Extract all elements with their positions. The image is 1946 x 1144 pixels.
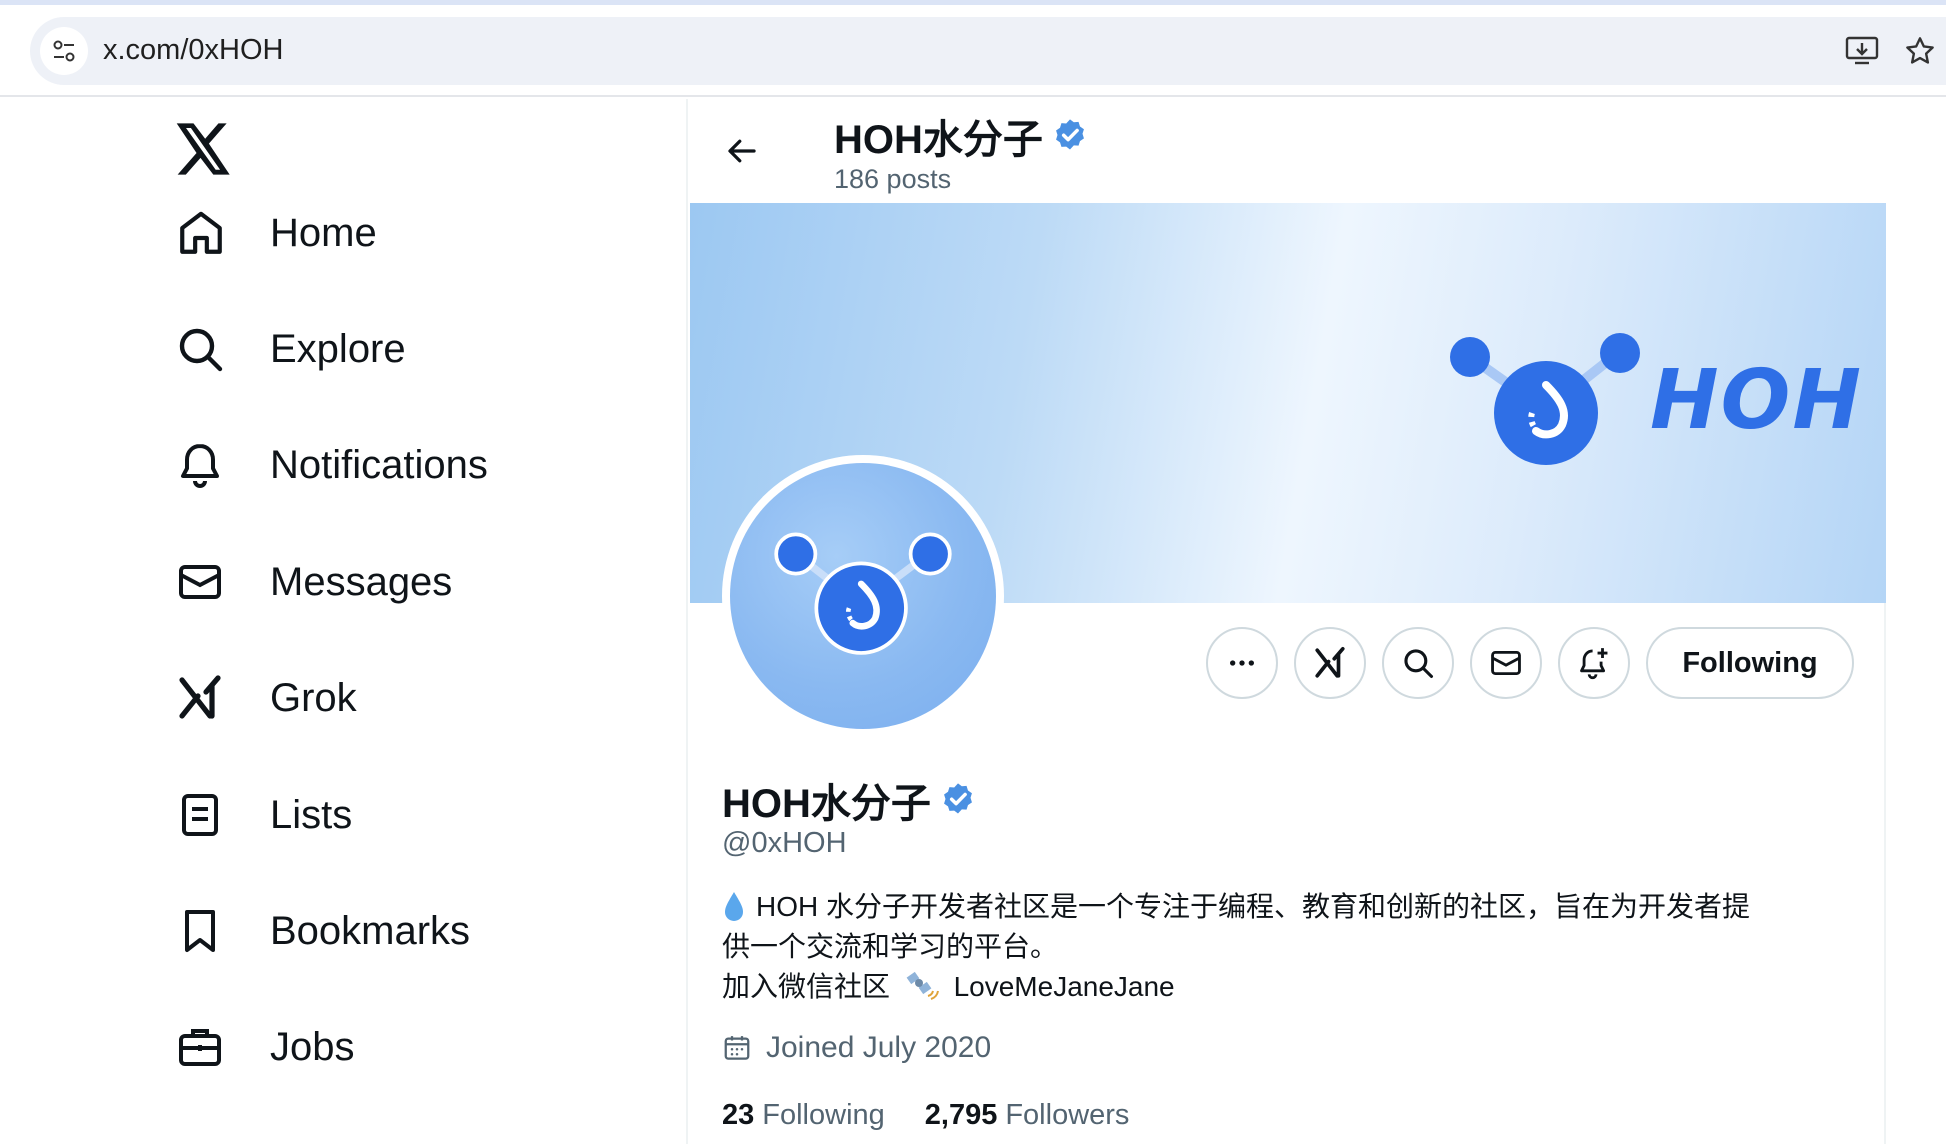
- sidebar: Home Explore Notifications Messages Grok…: [0, 99, 688, 1144]
- bio-text: LoveMeJaneJane: [953, 971, 1175, 1002]
- avatar[interactable]: [722, 455, 1004, 737]
- followers-link[interactable]: 2,795 Followers: [925, 1099, 1130, 1132]
- following-link[interactable]: 23 Following: [722, 1099, 885, 1132]
- search-profile-button[interactable]: [1382, 627, 1454, 699]
- following-button[interactable]: Following: [1646, 627, 1854, 699]
- list-icon: [176, 787, 232, 843]
- followers-count: 2,795: [924, 1099, 998, 1131]
- home-icon: [176, 205, 232, 261]
- profile-display-name: HOH水分子: [722, 782, 931, 826]
- joined-date: Joined July 2020: [722, 1031, 991, 1065]
- satellite-icon: [906, 971, 939, 1000]
- post-count: 186 posts: [834, 164, 952, 194]
- sidebar-item-messages[interactable]: Messages: [176, 542, 452, 622]
- sidebar-item-lists[interactable]: Lists: [176, 775, 352, 855]
- sidebar-item-label: Lists: [270, 792, 353, 837]
- following-count: 23: [722, 1099, 755, 1131]
- sidebar-item-notifications[interactable]: Notifications: [176, 425, 488, 505]
- mail-icon: [176, 554, 232, 610]
- sidebar-item-explore[interactable]: Explore: [176, 309, 406, 389]
- sidebar-item-label: Jobs: [270, 1024, 355, 1069]
- address-bar[interactable]: x.com/0xHOH: [30, 17, 1946, 85]
- bio-line: HOH 水分子开发者社区是一个专注于编程、教育和创新的社区，旨在为开发者提: [722, 887, 1852, 927]
- sidebar-item-label: Grok: [270, 675, 357, 720]
- search-icon: [1404, 649, 1434, 679]
- browser-toolbar: x.com/0xHOH: [0, 5, 1946, 97]
- profile-handle: @0xHOH: [722, 827, 847, 859]
- sidebar-item-home[interactable]: Home: [176, 193, 377, 273]
- sidebar-item-label: Notifications: [270, 442, 488, 487]
- url-text[interactable]: x.com/0xHOH: [103, 34, 283, 67]
- bell-plus-icon: [1580, 648, 1608, 680]
- site-settings-icon[interactable]: [40, 27, 88, 75]
- bookmark-star-icon[interactable]: [1900, 31, 1940, 71]
- bell-icon: [176, 437, 232, 493]
- following-label: Following: [762, 1099, 885, 1131]
- sidebar-item-label: Explore: [270, 326, 406, 371]
- followers-label: Followers: [1005, 1099, 1130, 1131]
- sidebar-item-bookmarks[interactable]: Bookmarks: [176, 891, 470, 971]
- search-icon: [176, 321, 232, 377]
- calendar-icon: [724, 1036, 750, 1060]
- profile-name-row: HOH水分子: [722, 771, 977, 829]
- profile-header-bar: HOH水分子 186 posts: [690, 99, 1886, 203]
- bio-line: 供一个交流和学习的平台。: [722, 931, 1059, 962]
- header-title: HOH水分子: [834, 107, 1089, 165]
- notify-button[interactable]: [1558, 627, 1630, 699]
- profile-column: HOH水分子 186 posts HOH Following HOH水分子 @0…: [690, 99, 1886, 1144]
- message-button[interactable]: [1470, 627, 1542, 699]
- bookmark-icon: [176, 903, 232, 959]
- avatar-image: [730, 463, 996, 729]
- bio-text: HOH 水分子开发者社区是一个专注于编程、教育和创新的社区，旨在为开发者提: [756, 891, 1751, 922]
- install-app-icon[interactable]: [1842, 31, 1882, 71]
- more-dots-icon: [1230, 660, 1254, 666]
- x-logo-icon[interactable]: [176, 123, 236, 183]
- verified-badge-icon[interactable]: [939, 781, 977, 819]
- profile-bio: HOH 水分子开发者社区是一个专注于编程、教育和创新的社区，旨在为开发者提 供一…: [722, 887, 1852, 1007]
- grok-icon: [1315, 646, 1345, 678]
- sidebar-item-label: Messages: [270, 559, 453, 604]
- joined-text: Joined July 2020: [766, 1031, 992, 1064]
- water-drop-icon: [725, 892, 743, 921]
- bio-line: 加入微信社区 LoveMeJaneJane: [722, 967, 1852, 1007]
- mail-icon: [1491, 650, 1521, 676]
- hoh-molecule-logo-icon: [1448, 327, 1648, 482]
- sidebar-item-grok[interactable]: Grok: [176, 658, 357, 738]
- sidebar-item-label: Home: [270, 210, 377, 255]
- more-button[interactable]: [1206, 627, 1278, 699]
- follow-stats: 23 Following 2,795 Followers: [722, 1099, 1169, 1132]
- verified-badge-icon[interactable]: [1051, 117, 1089, 155]
- sidebar-item-jobs[interactable]: Jobs: [176, 1007, 355, 1087]
- grok-button[interactable]: [1294, 627, 1366, 699]
- grok-icon: [176, 670, 232, 726]
- briefcase-icon: [176, 1019, 232, 1075]
- sidebar-item-label: Bookmarks: [270, 908, 471, 953]
- banner-wordmark: HOH: [1650, 353, 1863, 448]
- header-name: HOH水分子: [834, 118, 1043, 162]
- hoh-avatar-logo-icon: [774, 532, 952, 655]
- back-arrow-icon[interactable]: [720, 129, 764, 173]
- bio-text: 加入微信社区: [722, 971, 891, 1002]
